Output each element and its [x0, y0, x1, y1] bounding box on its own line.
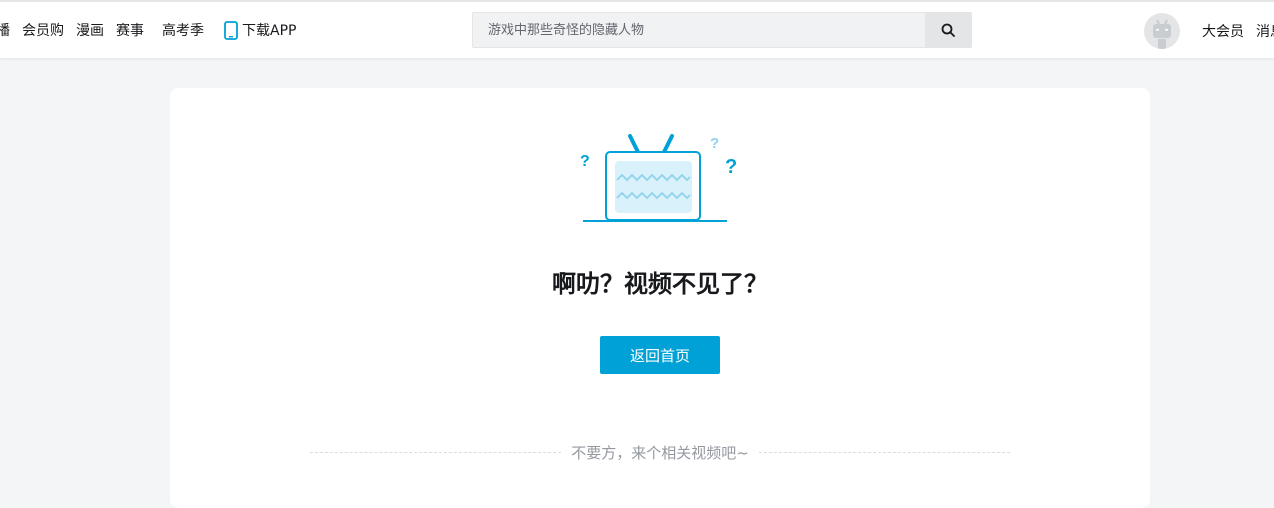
message-link[interactable]: 消息 [1256, 21, 1274, 41]
user-links: 大会员 消息 [1202, 2, 1274, 60]
nav-item-match[interactable]: 赛事 [116, 20, 144, 40]
svg-text:?: ? [580, 153, 590, 170]
broken-tv-icon: ? ? ? [580, 134, 737, 222]
back-home-button[interactable]: 返回首页 [600, 336, 720, 374]
nav-item-gaokao[interactable]: 高考季 [162, 20, 204, 40]
nav-item-manga[interactable]: 漫画 [76, 20, 104, 40]
nav-item-live[interactable]: 播 [0, 20, 10, 40]
vip-link[interactable]: 大会员 [1202, 21, 1244, 41]
download-app-label: 下载APP [242, 23, 297, 39]
divider-line-left [310, 452, 562, 453]
main-nav: 播 会员购 漫画 赛事 高考季 下载APP [0, 2, 296, 58]
top-nav-bar: 播 会员购 漫画 赛事 高考季 下载APP 游戏中那些奇怪的隐藏人物 大会员 消 [0, 0, 1274, 58]
avatar[interactable] [1144, 13, 1180, 49]
nav-item-mall[interactable]: 会员购 [22, 20, 64, 40]
search-button[interactable] [925, 13, 971, 47]
divider-line-right [758, 452, 1011, 453]
svg-text:?: ? [725, 156, 737, 178]
svg-text:?: ? [710, 135, 719, 152]
related-videos-label: 不要方，来个相关视频吧~ [571, 444, 749, 462]
error-title: 啊叻？视频不见了？ [552, 270, 768, 298]
error-card: ? ? ? 啊叻？视频不见了？ 返回首页 不要方，来个相关视频吧~ [170, 88, 1150, 508]
search-box [472, 12, 972, 48]
search-icon [941, 23, 955, 37]
download-app-link[interactable]: 下载APP [224, 20, 296, 40]
phone-icon [224, 20, 238, 40]
related-videos-divider: 不要方，来个相关视频吧~ [310, 442, 1011, 463]
search-input[interactable] [473, 13, 925, 47]
default-avatar-icon [1153, 19, 1171, 49]
